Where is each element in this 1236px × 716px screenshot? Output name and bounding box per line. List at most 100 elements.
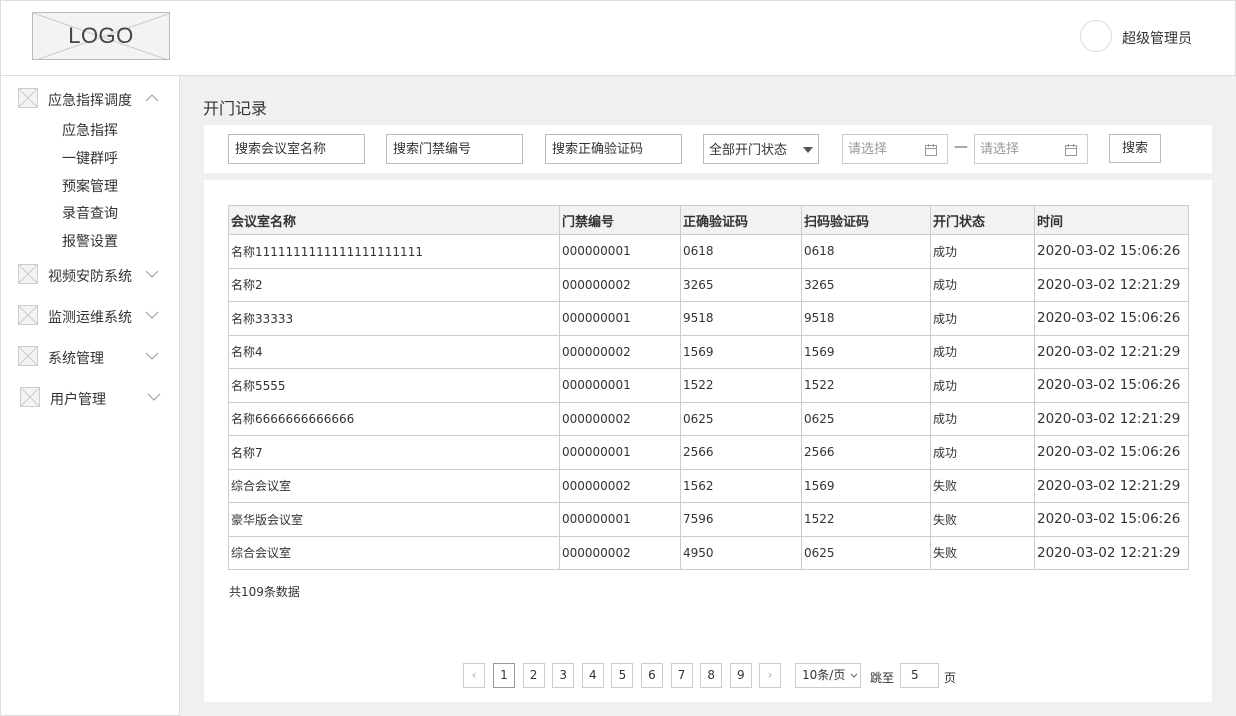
calendar-icon [1065,144,1077,156]
time-cell: 2020-03-02 12:21:29 [1034,468,1189,503]
room-name-cell: 名称2 [228,267,560,302]
scan-code-cell: 9518 [801,301,931,336]
table-row[interactable]: 名称5555 000000001 1522 1522 成功 2020-03-02 15:0… [228,368,1189,403]
door-status-cell: 成功 [930,267,1035,302]
scan-code-cell: 1522 [801,368,931,403]
door-number-search-input[interactable]: 搜索门禁编号 [386,134,523,164]
page-button[interactable]: 2 [522,663,545,688]
date-start-picker[interactable]: 请选择 [842,134,948,164]
room-name-cell: 名称33333 [228,301,560,336]
door-number-cell: 000000001 [559,234,681,269]
scan-code-cell: 1522 [801,502,931,537]
verification-code-search-input[interactable]: 搜索正确验证码 [545,134,682,164]
jump-to-label: 跳至 [870,671,895,685]
jump-to-page-input[interactable]: 5 [900,663,939,688]
page-button[interactable]: 8 [700,663,723,688]
table-panel: 会议室名称 门禁编号 正确验证码 扫码验证码 开门状态 时间 名称1111111… [204,180,1212,702]
column-header-door-number[interactable]: 门禁编号 [559,205,681,235]
correct-code-cell: 1522 [680,368,802,403]
sidebar-item-emergency-command[interactable]: 应急指挥 [62,120,118,140]
column-header-room-name[interactable]: 会议室名称 [228,205,560,235]
username[interactable]: 超级管理员 [1122,28,1192,48]
room-name-cell: 名称5555 [228,368,560,403]
door-number-cell: 000000001 [559,435,681,470]
sidebar-item-alarm-settings[interactable]: 报警设置 [62,231,118,251]
table-row[interactable]: 名称7 000000001 2566 2566 成功 2020-03-02 15:06:2… [228,435,1189,470]
image-placeholder-icon [18,346,38,366]
date-end-picker[interactable]: 请选择 [974,134,1088,164]
table-row[interactable]: 豪华版会议室 000000001 7596 1522 失败 2020-03-02 15:0… [228,502,1189,537]
scan-code-cell: 1569 [801,334,931,369]
table-row[interactable]: 综合会议室 000000002 4950 0625 失败 2020-03-02 12:21… [228,535,1189,570]
sidebar-group-system[interactable]: 系统管理 [1,346,179,370]
correct-code-cell: 0618 [680,234,802,269]
page-button[interactable]: 3 [552,663,575,688]
page-button[interactable]: 4 [581,663,604,688]
room-name-cell: 豪华版会议室 [228,502,560,537]
page-button[interactable]: 6 [641,663,663,688]
correct-code-cell: 3265 [680,267,802,302]
room-name-search-input[interactable]: 搜索会议室名称 [228,134,365,164]
correct-code-cell: 9518 [680,301,802,336]
image-placeholder-icon [20,387,40,407]
sidebar: 应急指挥调度 应急指挥 一键群呼 预案管理 录音查询 报警设置 视频安防系统 监… [0,76,180,716]
door-number-cell: 000000001 [559,368,681,403]
sidebar-group-video[interactable]: 视频安防系统 [1,264,179,288]
page-size-select[interactable]: 10条/页 [795,663,861,688]
logo[interactable]: LOGO [32,12,170,60]
correct-code-cell: 1562 [680,468,802,503]
time-cell: 2020-03-02 15:06:26 [1034,234,1189,269]
table-row[interactable]: 名称4 000000002 1569 1569 成功 2020-03-02 12:21:2… [228,334,1189,369]
room-name-cell: 综合会议室 [228,535,560,570]
sidebar-group-label: 监测运维系统 [48,310,132,326]
chevron-up-icon [145,94,159,102]
prev-page-button[interactable]: ‹ [463,663,485,688]
table-row[interactable]: 名称33333 000000001 9518 9518 成功 2020-03-02 15:… [228,301,1189,336]
page-button[interactable]: 5 [611,663,634,688]
sidebar-group-monitoring[interactable]: 监测运维系统 [1,305,179,329]
door-status-cell: 失败 [930,535,1035,570]
page-button[interactable]: 7 [670,663,693,688]
avatar[interactable] [1080,20,1112,52]
sidebar-group-label: 视频安防系统 [48,269,132,285]
next-page-button[interactable]: › [759,663,781,688]
date-end-placeholder: 请选择 [980,142,1020,157]
scan-code-cell: 0625 [801,401,931,436]
door-status-cell: 失败 [930,468,1035,503]
page-button[interactable]: 9 [729,663,752,688]
column-header-door-status[interactable]: 开门状态 [930,205,1035,235]
door-status-cell: 成功 [930,334,1035,369]
image-placeholder-icon [18,264,38,284]
sidebar-item-one-key-call[interactable]: 一键群呼 [62,148,118,168]
table-row[interactable]: 名称1111111111111111111111 000000001 0618 061… [228,234,1189,269]
door-number-cell: 000000001 [559,301,681,336]
search-button[interactable]: 搜索 [1109,134,1161,163]
column-header-time[interactable]: 时间 [1034,205,1189,235]
door-records-table: 会议室名称 门禁编号 正确验证码 扫码验证码 开门状态 时间 名称1111111… [228,205,1189,570]
calendar-icon [925,144,937,156]
page-button[interactable]: 1 [493,663,515,688]
door-status-cell: 成功 [930,435,1035,470]
door-status-select[interactable]: 全部开门状态 [703,134,819,164]
date-range-separator: — [954,139,968,155]
time-cell: 2020-03-02 12:21:29 [1034,535,1189,570]
table-header-row: 会议室名称 门禁编号 正确验证码 扫码验证码 开门状态 时间 [228,205,1189,235]
sidebar-group-emergency[interactable]: 应急指挥调度 [1,88,179,112]
door-status-cell: 失败 [930,502,1035,537]
chevron-down-icon [145,311,159,319]
scan-code-cell: 2566 [801,435,931,470]
table-row[interactable]: 名称6666666666666 000000002 0625 0625 成功 2020-0… [228,401,1189,436]
table-row[interactable]: 名称2 000000002 3265 3265 成功 2020-03-02 12:21:2… [228,267,1189,302]
sidebar-item-plan-management[interactable]: 预案管理 [62,176,118,196]
correct-code-cell: 1569 [680,334,802,369]
header: LOGO 超级管理员 [0,0,1236,76]
sidebar-group-users[interactable]: 用户管理 [1,387,179,411]
correct-code-cell: 7596 [680,502,802,537]
table-row[interactable]: 综合会议室 000000002 1562 1569 失败 2020-03-02 12:21… [228,468,1189,503]
total-count: 共109条数据 [229,585,300,599]
column-header-scan-code[interactable]: 扫码验证码 [801,205,931,235]
page-title: 开门记录 [203,99,268,118]
column-header-correct-code[interactable]: 正确验证码 [680,205,802,235]
sidebar-item-recording-query[interactable]: 录音查询 [62,203,118,223]
correct-code-cell: 4950 [680,535,802,570]
